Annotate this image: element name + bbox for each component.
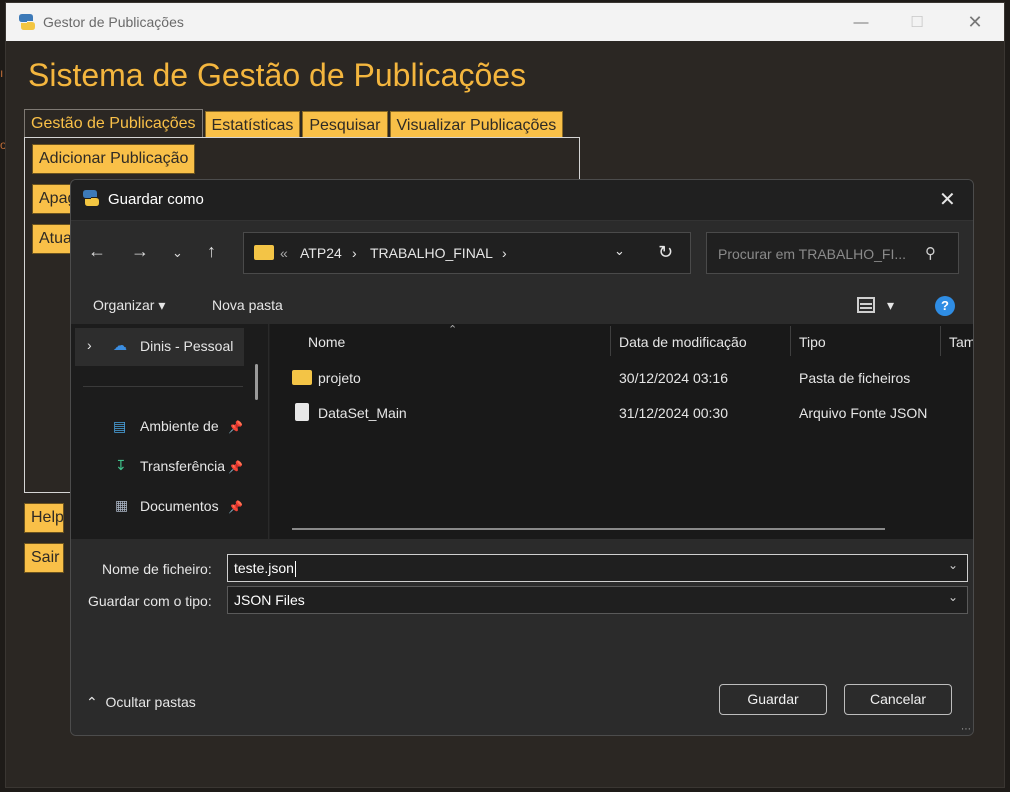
filename-input[interactable]: teste.json ⌄ (227, 554, 968, 582)
table-row[interactable]: DataSet_Main 31/12/2024 00:30 Arquivo Fo… (270, 402, 973, 428)
cancel-button[interactable]: Cancelar (844, 684, 952, 715)
sidebar-item-label[interactable]: Dinis - Pessoal (140, 338, 233, 354)
tab-visualizar[interactable]: Visualizar Publicações (389, 111, 564, 139)
minimize-button[interactable]: — (838, 3, 884, 41)
filetype-dropdown-icon[interactable]: ⌄ (948, 590, 958, 604)
update-publication-button[interactable]: Atua (32, 224, 72, 254)
path-overflow[interactable]: « (280, 245, 288, 261)
tab-bar: Gestão de Publicações Estatísticas Pesqu… (24, 109, 565, 139)
search-placeholder: Procurar em TRABALHO_FI... (718, 246, 907, 262)
tab-pesquisar[interactable]: Pesquisar (302, 111, 388, 139)
hide-folders-toggle[interactable]: ⌃ Ocultar pastas (86, 694, 196, 711)
dialog-title: Guardar como (108, 191, 204, 208)
save-button[interactable]: Guardar (719, 684, 827, 715)
breadcrumb-trabalho-final[interactable]: TRABALHO_FINAL (370, 245, 493, 261)
column-header-type[interactable]: Tipo (799, 324, 826, 360)
close-icon[interactable]: ✕ (939, 187, 956, 212)
column-header-name[interactable]: Nome (308, 324, 345, 360)
file-name: DataSet_Main (318, 405, 407, 421)
save-as-dialog: Guardar como ✕ ← → ⌄ ↑ « ATP24 › TRABALH… (70, 179, 974, 736)
back-arrow-icon[interactable]: ← (88, 241, 106, 262)
file-list: ⌃ Nome Data de modificação Tipo Tam proj… (270, 324, 973, 539)
expand-chevron-icon[interactable]: › (87, 337, 92, 353)
delete-publication-button[interactable]: Apag (32, 184, 72, 214)
breadcrumb-atp24[interactable]: ATP24 (300, 245, 342, 261)
organize-label: Organizar (93, 297, 155, 313)
cloud-icon: ☁ (113, 337, 127, 353)
refresh-icon[interactable]: ↻ (658, 242, 673, 263)
add-publication-button[interactable]: Adicionar Publicação (32, 144, 196, 174)
sidebar-item-downloads[interactable]: Transferência (140, 458, 226, 474)
navigation-pane: › ☁ Dinis - Pessoal ▤ Ambiente de 📌 ↧ Tr… (71, 324, 269, 539)
address-bar[interactable]: « ATP24 › TRABALHO_FINAL › ⌄ ↻ (243, 232, 691, 274)
file-modified: 31/12/2024 00:30 (619, 405, 728, 421)
search-input[interactable]: Procurar em TRABALHO_FI... ⚲ (706, 232, 959, 274)
file-modified: 30/12/2024 03:16 (619, 370, 728, 386)
filename-value: teste.json (234, 560, 296, 578)
column-divider[interactable] (940, 326, 941, 356)
view-dropdown-icon[interactable]: ▾ (887, 297, 894, 314)
sidebar-item-desktop[interactable]: Ambiente de (140, 418, 219, 434)
hide-folders-label: Ocultar pastas (105, 694, 196, 710)
dialog-footer: Nome de ficheiro: teste.json ⌄ Guardar c… (71, 539, 973, 735)
chevron-up-icon: ⌃ (86, 694, 98, 710)
help-button[interactable]: Help (24, 503, 64, 533)
recent-locations-chevron-icon[interactable]: ⌄ (172, 245, 183, 261)
json-file-icon (295, 403, 309, 421)
download-icon: ↧ (115, 457, 127, 473)
up-arrow-icon[interactable]: ↑ (207, 241, 216, 262)
column-header-size[interactable]: Tam (949, 324, 973, 360)
desktop-icon: ▤ (113, 418, 127, 434)
main-titlebar: Gestor de Publicações — ☐ ✕ (6, 3, 1004, 41)
folder-icon (254, 245, 274, 260)
navigation-bar: ← → ⌄ ↑ « ATP24 › TRABALHO_FINAL › ⌄ ↻ P… (71, 220, 973, 286)
sidebar-divider (83, 386, 243, 387)
column-divider[interactable] (610, 326, 611, 356)
organize-menu[interactable]: Organizar ▾ (93, 297, 165, 314)
file-type: Arquivo Fonte JSON (799, 405, 928, 421)
sidebar-item-documents[interactable]: Documentos (140, 498, 219, 514)
view-options-icon[interactable] (857, 297, 875, 313)
main-window-title: Gestor de Publicações (43, 14, 184, 30)
filetype-label: Guardar com o tipo: (88, 593, 212, 609)
python-icon (19, 14, 35, 30)
horizontal-scrollbar[interactable] (292, 528, 885, 530)
filename-label: Nome de ficheiro: (102, 561, 212, 577)
python-icon (83, 190, 99, 206)
file-name: projeto (318, 370, 361, 386)
sidebar-scrollbar[interactable] (255, 364, 258, 400)
filename-dropdown-icon[interactable]: ⌄ (948, 558, 958, 572)
table-row[interactable]: projeto 30/12/2024 03:16 Pasta de fichei… (270, 368, 973, 394)
sort-chevron-icon: ⌃ (448, 324, 458, 336)
resize-grip-icon[interactable]: ⋯ (961, 724, 971, 735)
filetype-select[interactable]: JSON Files ⌄ (227, 586, 968, 614)
folder-icon (292, 370, 312, 385)
page-title: Sistema de Gestão de Publicações (28, 57, 527, 93)
address-dropdown-icon[interactable]: ⌄ (614, 243, 625, 259)
column-divider[interactable] (790, 326, 791, 356)
pin-icon: 📌 (228, 420, 243, 434)
new-folder-button[interactable]: Nova pasta (212, 297, 283, 313)
exit-button[interactable]: Sair (24, 543, 64, 573)
forward-arrow-icon[interactable]: → (131, 241, 149, 262)
file-type: Pasta de ficheiros (799, 370, 911, 386)
pin-icon: 📌 (228, 460, 243, 474)
pin-icon: 📌 (228, 500, 243, 514)
search-icon[interactable]: ⚲ (925, 244, 936, 262)
command-bar: Organizar ▾ Nova pasta ▾ ? (71, 286, 973, 324)
breadcrumb-separator-icon: › (502, 245, 507, 261)
tab-estatisticas[interactable]: Estatísticas (204, 111, 301, 139)
dialog-titlebar: Guardar como ✕ (71, 180, 973, 220)
column-header-modified[interactable]: Data de modificação (619, 324, 747, 360)
background-window-edge: ı (0, 66, 4, 80)
documents-icon: ▦ (115, 497, 129, 513)
help-icon[interactable]: ? (935, 296, 955, 316)
maximize-button[interactable]: ☐ (894, 3, 940, 41)
close-button[interactable]: ✕ (952, 3, 998, 41)
filetype-value: JSON Files (234, 592, 305, 608)
tab-gestao[interactable]: Gestão de Publicações (24, 109, 203, 139)
breadcrumb-separator-icon: › (352, 245, 357, 261)
